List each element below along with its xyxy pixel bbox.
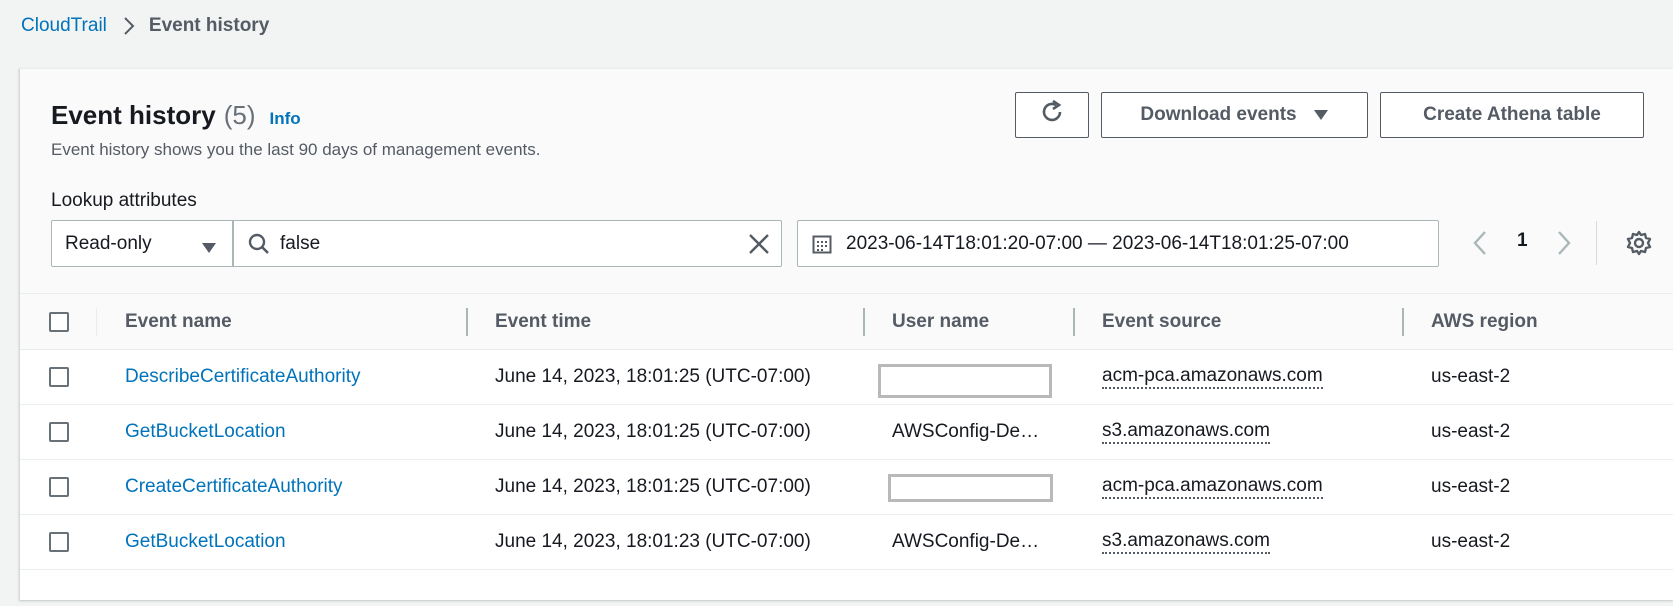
- event-time: June 14, 2023, 18:01:25 (UTC-07:00): [495, 366, 811, 387]
- page-description: Event history shows you the last 90 days…: [51, 140, 541, 159]
- create-athena-table-button[interactable]: Create Athena table: [1380, 92, 1644, 138]
- gear-icon[interactable]: [1626, 230, 1652, 256]
- chevron-right-icon[interactable]: [1556, 230, 1572, 256]
- aws-region: us-east-2: [1431, 531, 1511, 552]
- close-icon[interactable]: [748, 233, 770, 255]
- event-count: (5): [223, 100, 256, 130]
- lookup-attributes-label: Lookup attributes: [51, 190, 197, 211]
- table-row[interactable]: DescribeCertificateAuthority June 14, 20…: [20, 350, 1673, 405]
- row-checkbox[interactable]: [49, 422, 69, 442]
- event-source[interactable]: s3.amazonaws.com: [1102, 530, 1270, 554]
- column-resize-handle[interactable]: [466, 308, 468, 336]
- table-row[interactable]: GetBucketLocation June 14, 2023, 18:01:2…: [20, 405, 1673, 460]
- row-checkbox[interactable]: [49, 367, 69, 387]
- column-header-event-source[interactable]: Event source: [1102, 294, 1221, 350]
- select-all-checkbox[interactable]: [49, 312, 69, 332]
- column-header-event-time[interactable]: Event time: [495, 294, 591, 350]
- table-row[interactable]: CreateCertificateAuthority June 14, 2023…: [20, 460, 1673, 515]
- event-name-link[interactable]: DescribeCertificateAuthority: [125, 366, 360, 388]
- breadcrumb-cloudtrail-link[interactable]: CloudTrail: [21, 15, 107, 37]
- download-events-label: Download events: [1140, 104, 1297, 125]
- column-resize-handle[interactable]: [863, 308, 865, 336]
- page-title: Event history (5) Info: [51, 100, 301, 131]
- lookup-attribute-select[interactable]: Read-only: [51, 220, 233, 267]
- lookup-attribute-value: Read-only: [65, 232, 152, 254]
- lookup-search-field: [233, 220, 782, 267]
- breadcrumb: CloudTrail Event history: [21, 14, 269, 38]
- page-title-text: Event history: [51, 100, 216, 130]
- refresh-button[interactable]: [1015, 92, 1089, 138]
- chevron-right-icon: [123, 16, 135, 36]
- date-range-value: 2023-06-14T18:01:20-07:00 — 2023-06-14T1…: [846, 232, 1349, 254]
- column-resize-handle[interactable]: [1402, 308, 1404, 336]
- column-resize-handle[interactable]: [1073, 308, 1075, 336]
- calendar-icon: [812, 234, 832, 254]
- chevron-left-icon[interactable]: [1472, 230, 1488, 256]
- column-header-event-name[interactable]: Event name: [125, 294, 232, 350]
- event-name-link[interactable]: GetBucketLocation: [125, 531, 286, 553]
- divider: [1596, 221, 1597, 265]
- caret-down-icon: [1313, 109, 1329, 121]
- event-time: June 14, 2023, 18:01:23 (UTC-07:00): [495, 531, 811, 552]
- event-source[interactable]: s3.amazonaws.com: [1102, 420, 1270, 444]
- event-history-panel: Event history (5) Info Event history sho…: [19, 68, 1673, 600]
- event-name-link[interactable]: CreateCertificateAuthority: [125, 476, 343, 498]
- column-header-aws-region[interactable]: AWS region: [1431, 294, 1538, 350]
- current-page-number[interactable]: 1: [1517, 230, 1528, 252]
- panel-header: Event history (5) Info Event history sho…: [20, 69, 1673, 293]
- refresh-icon: [1039, 99, 1065, 131]
- event-time: June 14, 2023, 18:01:25 (UTC-07:00): [495, 476, 811, 497]
- user-name[interactable]: AWSConfig-De…: [892, 531, 1039, 553]
- row-checkbox[interactable]: [49, 477, 69, 497]
- event-source[interactable]: acm-pca.amazonaws.com: [1102, 365, 1323, 389]
- row-checkbox[interactable]: [49, 532, 69, 552]
- download-events-button[interactable]: Download events: [1101, 92, 1368, 138]
- events-table: Event name Event time User name Event so…: [20, 293, 1673, 570]
- search-input[interactable]: [280, 232, 720, 255]
- event-time: June 14, 2023, 18:01:25 (UTC-07:00): [495, 421, 811, 442]
- search-icon: [248, 233, 270, 255]
- table-row[interactable]: GetBucketLocation June 14, 2023, 18:01:2…: [20, 515, 1673, 570]
- caret-down-icon: [201, 238, 217, 260]
- event-source[interactable]: acm-pca.amazonaws.com: [1102, 475, 1323, 499]
- table-header: Event name Event time User name Event so…: [20, 293, 1673, 350]
- aws-region: us-east-2: [1431, 366, 1511, 387]
- column-divider: [96, 308, 97, 336]
- info-link[interactable]: Info: [270, 109, 301, 129]
- aws-region: us-east-2: [1431, 421, 1511, 442]
- redaction-box: [888, 474, 1053, 502]
- date-range-picker[interactable]: 2023-06-14T18:01:20-07:00 — 2023-06-14T1…: [797, 220, 1439, 267]
- redaction-box: [878, 364, 1052, 398]
- event-name-link[interactable]: GetBucketLocation: [125, 421, 286, 443]
- breadcrumb-current: Event history: [148, 15, 270, 36]
- user-name[interactable]: AWSConfig-De…: [892, 421, 1039, 443]
- column-header-user-name[interactable]: User name: [892, 294, 989, 350]
- aws-region: us-east-2: [1431, 476, 1511, 497]
